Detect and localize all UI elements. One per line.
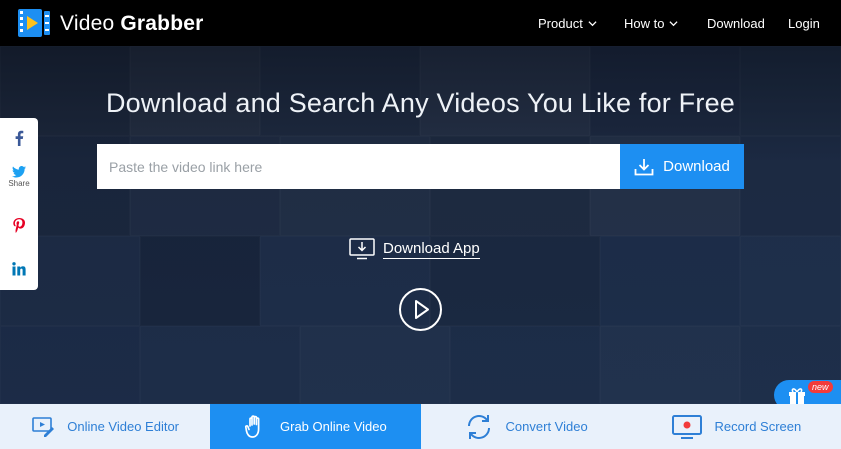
download-app-link[interactable]: Download App bbox=[349, 238, 480, 260]
facebook-icon bbox=[15, 130, 24, 146]
tab-convert-video[interactable]: Convert Video bbox=[421, 404, 631, 449]
video-editor-icon bbox=[32, 416, 55, 437]
tab-convert-video-label: Convert Video bbox=[505, 419, 588, 434]
nav-login[interactable]: Login bbox=[788, 16, 820, 31]
brand-part-2: Grabber bbox=[120, 12, 204, 35]
share-sidebar: Share bbox=[0, 118, 38, 290]
hero-overlay bbox=[0, 0, 841, 404]
chevron-down-icon bbox=[669, 21, 679, 27]
site-header: Video Grabber Product How to Download Lo… bbox=[0, 0, 841, 46]
record-screen-icon bbox=[671, 414, 702, 439]
download-button[interactable]: Download bbox=[620, 144, 744, 189]
download-button-label: Download bbox=[663, 158, 730, 175]
feature-tabs-bar: Online Video Editor Grab Online Video Co… bbox=[0, 404, 841, 449]
play-video-button[interactable] bbox=[399, 288, 442, 331]
new-badge: new bbox=[808, 381, 833, 393]
download-icon bbox=[634, 158, 654, 175]
desktop-download-icon bbox=[349, 238, 375, 260]
share-twitter[interactable]: Share bbox=[0, 166, 38, 188]
brand-name[interactable]: Video Grabber bbox=[60, 12, 203, 36]
share-label: Share bbox=[8, 179, 30, 188]
share-linkedin[interactable] bbox=[0, 262, 38, 276]
twitter-icon bbox=[12, 166, 26, 178]
tab-online-video-editor-label: Online Video Editor bbox=[67, 419, 180, 434]
chevron-down-icon bbox=[588, 21, 597, 27]
share-facebook[interactable] bbox=[0, 130, 38, 146]
share-pinterest[interactable] bbox=[0, 218, 38, 233]
convert-icon bbox=[467, 414, 490, 439]
tab-online-video-editor[interactable]: Online Video Editor bbox=[0, 404, 210, 449]
tab-record-screen[interactable]: Record Screen bbox=[631, 404, 841, 449]
nav-product[interactable]: Product bbox=[538, 16, 597, 31]
download-app-label: Download App bbox=[383, 239, 480, 259]
nav-product-label: Product bbox=[538, 16, 583, 31]
hand-icon bbox=[244, 414, 260, 438]
tab-grab-online-video-label: Grab Online Video bbox=[280, 419, 387, 434]
nav-how-to-label: How to bbox=[624, 16, 665, 31]
brand-part-1: Video bbox=[60, 12, 115, 35]
pinterest-icon bbox=[13, 218, 25, 233]
nav-login-label: Login bbox=[788, 16, 820, 31]
page-headline: Download and Search Any Videos You Like … bbox=[105, 88, 736, 118]
gift-icon bbox=[789, 388, 805, 404]
linkedin-icon bbox=[12, 262, 26, 276]
tab-grab-online-video[interactable]: Grab Online Video bbox=[210, 404, 421, 449]
play-icon bbox=[415, 300, 429, 319]
video-grabber-logo[interactable] bbox=[16, 7, 52, 39]
nav-download-label: Download bbox=[707, 16, 765, 31]
video-link-input[interactable] bbox=[97, 144, 620, 189]
nav-download[interactable]: Download bbox=[707, 16, 765, 31]
tab-record-screen-label: Record Screen bbox=[714, 419, 802, 434]
nav-how-to[interactable]: How to bbox=[624, 16, 679, 31]
